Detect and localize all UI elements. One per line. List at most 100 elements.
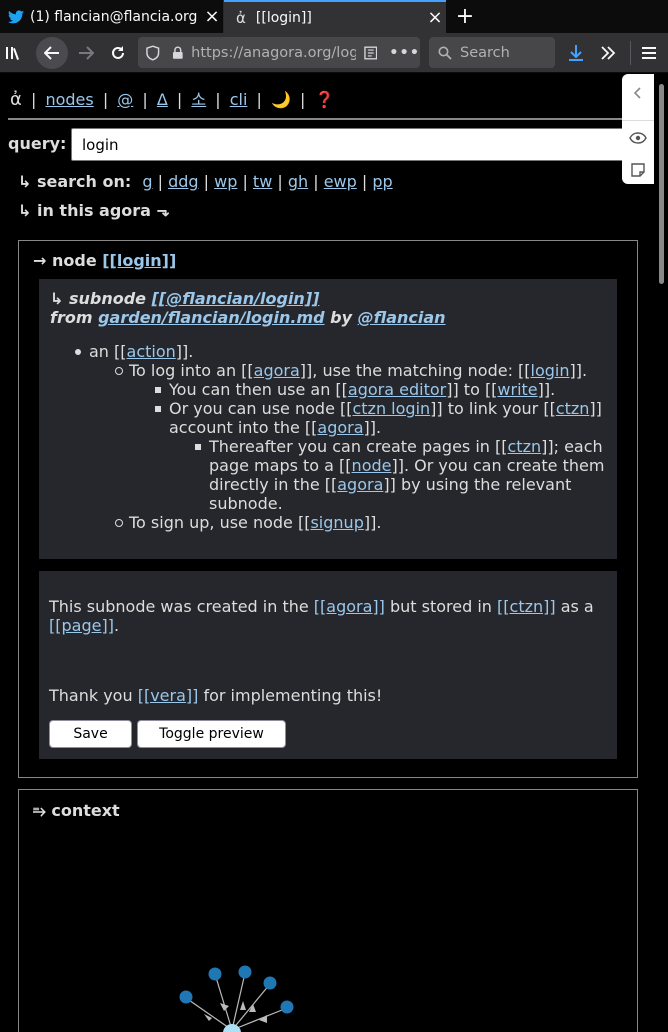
search-ddg-link[interactable]: ddg <box>168 172 198 191</box>
nav-delta-link[interactable]: Δ <box>157 90 168 109</box>
ctzn-link[interactable]: ctzn <box>556 399 590 418</box>
ctzn-login-link[interactable]: ctzn login <box>352 399 430 418</box>
editor-text: This subnode was created in the [[agora]… <box>49 597 594 635</box>
tab-login[interactable]: ἀ [[login]] × <box>224 0 446 33</box>
separator: | <box>176 90 183 109</box>
graph-node[interactable] <box>263 976 277 990</box>
agora-icon: ἀ <box>236 8 246 27</box>
subnode-heading: ↳ subnode [[@flancian/login]] from garde… <box>50 289 446 327</box>
agora-logo[interactable]: ἀ <box>10 89 22 110</box>
shield-icon[interactable] <box>146 44 160 61</box>
graph-node[interactable] <box>238 965 252 979</box>
menu-button[interactable] <box>637 41 661 65</box>
agora-editor-link[interactable]: agora editor <box>348 380 446 399</box>
subnode-by: by <box>324 308 358 327</box>
write-link[interactable]: write <box>497 380 537 399</box>
page-actions-icon[interactable]: ••• <box>389 45 420 61</box>
editor-thanks: Thank you [[vera]] for implementing this… <box>49 686 383 705</box>
subnode-link[interactable]: [[@flancian/login]] <box>152 289 320 308</box>
search-gh-link[interactable]: gh <box>288 172 308 191</box>
save-button[interactable]: Save <box>49 720 132 748</box>
search-placeholder: Search <box>460 44 510 61</box>
login-link[interactable]: login <box>531 361 570 380</box>
scrollbar[interactable] <box>657 74 668 1032</box>
nav-users-link[interactable]: @ <box>117 90 133 109</box>
subnode-prefix: ↳ subnode <box>50 289 152 308</box>
agora-link[interactable]: agora <box>317 418 363 437</box>
list-item: To sign up, use node [[signup]]. <box>129 513 382 532</box>
nav-so-link[interactable]: 소 <box>191 90 206 109</box>
node-prefix: → node <box>33 251 103 270</box>
graph-node[interactable] <box>208 967 222 981</box>
forward-button[interactable] <box>74 41 98 65</box>
moon-icon[interactable]: 🌙 <box>271 90 291 109</box>
collapse-button[interactable] <box>628 82 648 104</box>
subnode-path-link[interactable]: garden/flancian/login.md <box>98 308 324 327</box>
list-item-cont: subnode. <box>209 494 283 513</box>
tab-title: [[login]] <box>255 9 312 26</box>
reader-view-icon[interactable] <box>363 46 378 60</box>
bullet <box>195 444 201 450</box>
search-tw-link[interactable]: tw <box>253 172 272 191</box>
node-link[interactable]: [[login]] <box>102 251 176 270</box>
graph-node[interactable] <box>179 990 193 1004</box>
agora-link[interactable]: agora <box>337 475 383 494</box>
note-button[interactable] <box>626 158 650 182</box>
search-wp-link[interactable]: wp <box>214 172 237 191</box>
in-this-agora-heading[interactable]: ↳ in this agora ⬎ <box>18 201 170 220</box>
overflow-button[interactable] <box>596 41 620 65</box>
node-word-link[interactable]: node <box>352 456 392 475</box>
library-icon[interactable] <box>2 41 26 65</box>
help-icon[interactable]: ❓ <box>314 90 334 109</box>
arrow-left-icon <box>44 46 59 60</box>
ctzn-link[interactable]: ctzn <box>508 437 542 456</box>
search-ewp-link[interactable]: ewp <box>324 172 357 191</box>
navigation-toolbar: https://anagora.org/log ••• Search <box>0 33 668 73</box>
list-item: To log into an [[agora]], use the matchi… <box>129 361 588 380</box>
agora-link[interactable]: [[agora]] <box>314 597 385 616</box>
close-icon[interactable]: × <box>424 7 446 28</box>
downloads-button[interactable] <box>564 41 588 65</box>
node-panel: → node [[login]] ↳ subnode [[@flancian/l… <box>18 240 638 778</box>
action-link[interactable]: action <box>127 342 176 361</box>
query-label: query: <box>8 134 67 153</box>
reload-icon <box>112 46 124 59</box>
address-bar[interactable]: https://anagora.org/log ••• <box>138 37 420 68</box>
separator: | <box>102 90 109 109</box>
nav-cli-link[interactable]: cli <box>230 90 248 109</box>
tab-twitter[interactable]: (1) flancian@flancia.org × <box>0 0 224 33</box>
hamburger-icon <box>642 47 656 59</box>
url-text: https://anagora.org/log <box>191 44 356 61</box>
context-graph[interactable] <box>19 790 637 1032</box>
nav-nodes-link[interactable]: nodes <box>45 90 93 109</box>
lock-icon[interactable] <box>172 46 184 60</box>
graph-node[interactable] <box>280 1000 294 1014</box>
search-icon <box>438 46 452 60</box>
preview-button[interactable] <box>626 126 650 150</box>
editor-panel: This subnode was created in the [[agora]… <box>39 571 617 759</box>
back-button[interactable] <box>36 37 68 69</box>
toggle-preview-button[interactable]: Toggle preview <box>137 720 286 748</box>
chevron-left-icon <box>634 87 641 99</box>
search-bar[interactable]: Search <box>429 37 555 68</box>
scrollbar-thumb[interactable] <box>659 84 664 284</box>
signup-link[interactable]: signup <box>310 513 363 532</box>
close-icon[interactable]: × <box>201 6 223 27</box>
agora-link[interactable]: agora <box>254 361 300 380</box>
subnode-panel: ↳ subnode [[@flancian/login]] from garde… <box>39 279 617 559</box>
search-pp-link[interactable]: pp <box>372 172 392 191</box>
toolbar-divider <box>630 41 631 65</box>
page-content: ἀ | nodes | @ | Δ | 소 | cli | 🌙 | ❓ quer… <box>0 74 668 1032</box>
search-g-link[interactable]: g <box>142 172 152 191</box>
page-link[interactable]: [[page]] <box>49 616 114 635</box>
bullet <box>155 406 161 412</box>
vera-link[interactable]: [[vera]] <box>138 686 199 705</box>
subnode-user-link[interactable]: @flancian <box>358 308 446 327</box>
query-input[interactable] <box>71 128 653 161</box>
bullet <box>115 367 123 375</box>
ctzn-link[interactable]: [[ctzn]] <box>497 597 556 616</box>
new-tab-button[interactable]: + <box>446 0 484 33</box>
list-item: Or you can use node [[ctzn login]] to li… <box>169 399 602 418</box>
twitter-bird-icon <box>8 9 24 23</box>
reload-button[interactable] <box>106 41 130 65</box>
